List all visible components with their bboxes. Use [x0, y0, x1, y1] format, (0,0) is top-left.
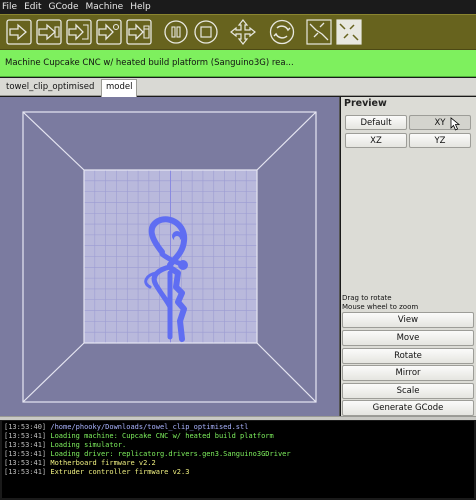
log-line: [13:53:41] Extruder controller firmware … [4, 468, 190, 476]
generate-gcode-button[interactable]: Generate GCode [342, 400, 474, 416]
upload-button[interactable] [35, 18, 63, 46]
connect-icon [306, 19, 332, 45]
view-button[interactable]: View [342, 312, 474, 328]
build-to-sd-button[interactable] [125, 18, 153, 46]
volume-edge-br [256, 342, 317, 403]
move-button[interactable]: Move [342, 330, 474, 346]
log-line: [13:53:41] Motherboard firmware v2.2 [4, 459, 156, 467]
rotate-button[interactable]: Rotate [342, 348, 474, 364]
build-to-file-button[interactable] [65, 18, 93, 46]
log-line: [13:53:41] Loading machine: Cupcake CNC … [4, 432, 274, 440]
mouse-wheel-zoom-hint: Mouse wheel to zoom [342, 303, 419, 311]
side-panel: Preview Default XY XZ YZ Drag to rotate … [341, 97, 476, 416]
mirror-button[interactable]: Mirror [342, 365, 474, 381]
mouse-cursor-icon [450, 117, 461, 131]
reset-icon [269, 19, 295, 45]
build-volume-scene [22, 111, 317, 403]
menu-help[interactable]: Help [130, 0, 151, 14]
tab-towel-clip-optimised[interactable]: towel_clip_optimised [2, 80, 98, 96]
build-icon [6, 19, 32, 45]
view-yz-button[interactable]: YZ [409, 133, 471, 148]
machine-status-bar: Machine Cupcake CNC w/ heated build plat… [0, 50, 476, 77]
log-line: [13:53:41] Loading driver: replicatorg.d… [4, 450, 291, 458]
jog-icon [230, 19, 256, 45]
view-xz-button[interactable]: XZ [345, 133, 407, 148]
log-line: [13:53:40] /home/phooky/Downloads/towel_… [4, 423, 249, 431]
machine-status-text: Machine Cupcake CNC w/ heated build plat… [5, 58, 294, 68]
volume-edge-tr [256, 111, 317, 171]
volume-edge-bl [22, 342, 85, 403]
model-preview-viewport[interactable] [0, 97, 340, 416]
scale-button[interactable]: Scale [342, 383, 474, 399]
toolbar [0, 14, 476, 50]
preview-title: Preview [344, 98, 387, 109]
disconnect-button[interactable] [335, 18, 363, 46]
menu-edit[interactable]: Edit [24, 0, 41, 14]
menu-file[interactable]: File [2, 0, 17, 14]
pause-button[interactable] [162, 18, 190, 46]
menu-bar: File Edit GCode Machine Help [0, 0, 476, 14]
view-default-button[interactable]: Default [345, 115, 407, 130]
pane-splitter[interactable] [0, 416, 476, 420]
menu-gcode[interactable]: GCode [49, 0, 79, 14]
build-to-remote-file-icon [96, 19, 122, 45]
log-line: [13:53:41] Loading simulator. [4, 441, 127, 449]
console-log: [13:53:40] /home/phooky/Downloads/towel_… [2, 421, 474, 498]
jog-button[interactable] [229, 18, 257, 46]
build-to-sd-icon [126, 19, 152, 45]
pause-icon [164, 20, 188, 44]
reset-button[interactable] [268, 18, 296, 46]
connect-button[interactable] [305, 18, 333, 46]
file-tab-strip: towel_clip_optimised model [0, 78, 476, 97]
build-button[interactable] [5, 18, 33, 46]
disconnect-icon [336, 19, 362, 45]
menu-machine[interactable]: Machine [86, 0, 124, 14]
volume-edge-tl [22, 111, 85, 171]
stop-button[interactable] [192, 18, 220, 46]
build-to-file-icon [66, 19, 92, 45]
build-to-remote-file-button[interactable] [95, 18, 123, 46]
upload-icon [36, 19, 62, 45]
drag-to-rotate-hint: Drag to rotate [342, 294, 392, 302]
stop-icon [194, 20, 218, 44]
tab-model[interactable]: model [101, 79, 138, 97]
